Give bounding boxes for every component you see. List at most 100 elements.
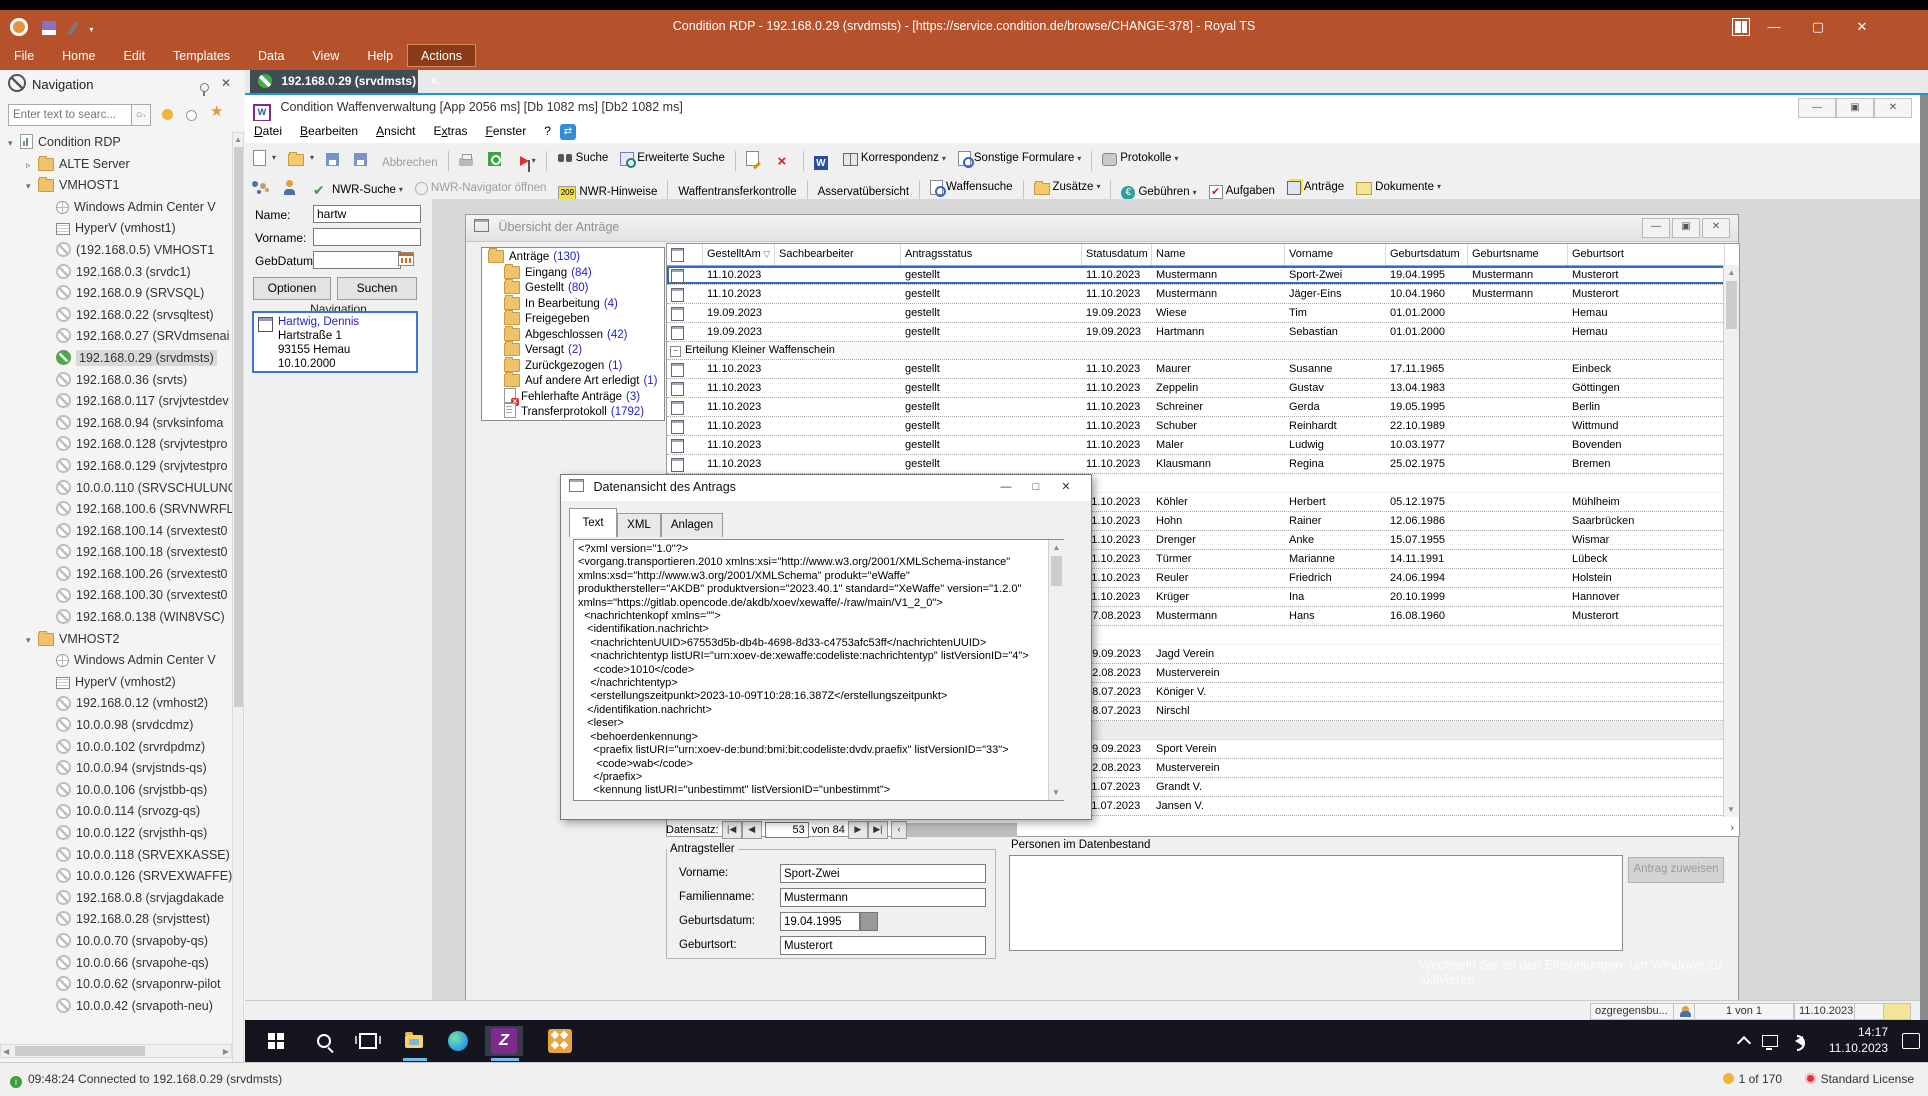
- antraege-tree-item[interactable]: In Bearbeitung(4): [482, 295, 664, 311]
- app-minimize-button[interactable]: —: [1798, 98, 1836, 118]
- column-header-Vorname[interactable]: Vorname: [1285, 244, 1386, 265]
- name-input[interactable]: [313, 205, 421, 223]
- server-tree-item[interactable]: 192.168.0.22 (srvsqltest): [0, 305, 232, 327]
- server-tree-item[interactable]: 10.0.0.114 (srvozg-qs): [0, 801, 232, 823]
- menu-help[interactable]: ?: [535, 121, 560, 141]
- taskbar-search-icon[interactable]: [305, 1026, 343, 1056]
- favorites-star-icon[interactable]: ★: [210, 102, 223, 120]
- server-tree-item[interactable]: 10.0.0.42 (srvapoth-neu): [0, 996, 232, 1018]
- protokolle-button[interactable]: Protokolle▾: [1097, 146, 1183, 171]
- column-header-Geburtsdatum[interactable]: Geburtsdatum: [1386, 244, 1468, 265]
- server-tree-item[interactable]: 192.168.0.36 (srvts): [0, 370, 232, 392]
- menu-extras[interactable]: Extras: [424, 121, 476, 141]
- session-tab-close-icon[interactable]: ✕: [429, 76, 438, 88]
- server-tree-item[interactable]: 192.168.0.128 (srvjvtestpro: [0, 434, 232, 456]
- print-button[interactable]: [454, 147, 481, 172]
- server-tree-item[interactable]: 10.0.0.62 (srvaponrw-pilot: [0, 974, 232, 996]
- network-icon[interactable]: [1757, 1026, 1783, 1056]
- bulb-on-icon[interactable]: [162, 109, 173, 120]
- suche-button[interactable]: Suche: [552, 145, 614, 170]
- tab-text[interactable]: Text: [569, 508, 617, 537]
- close-button[interactable]: ✕: [1840, 12, 1884, 42]
- hscroll-thumb[interactable]: [907, 823, 1017, 837]
- waffensuche-button[interactable]: Waffensuche: [925, 175, 1017, 200]
- ribbon-tab-edit[interactable]: Edit: [110, 44, 160, 67]
- ribbon-tab-home[interactable]: Home: [48, 44, 109, 67]
- antraege-tree-item[interactable]: Eingang(84): [482, 264, 664, 280]
- table-row[interactable]: 11.10.2023gestellt11.10.2023SchreinerGer…: [667, 398, 1725, 417]
- server-tree-item[interactable]: ▹ALTE Server: [0, 154, 232, 176]
- menu-bearbeiten[interactable]: Bearbeiten: [291, 121, 367, 141]
- server-tree-item[interactable]: ▾Condition RDP: [0, 132, 232, 154]
- group-row[interactable]: −Erteilung Kleiner Waffenschein: [667, 342, 1739, 360]
- hscroll-right-icon[interactable]: ›: [1730, 822, 1734, 834]
- search-result-item[interactable]: Hartwig, Dennis Hartstraße 1 93155 Hemau…: [252, 311, 418, 373]
- server-tree-item[interactable]: 10.0.0.110 (SRVSCHULUNG: [0, 478, 232, 500]
- minimize-button[interactable]: —: [1752, 12, 1796, 42]
- server-tree-item[interactable]: 10.0.0.122 (srvjsthh-qs): [0, 823, 232, 845]
- child-close-button[interactable]: ✕: [1702, 218, 1730, 238]
- ribbon-tab-actions[interactable]: Actions: [407, 44, 476, 67]
- antragsteller-familienname-input[interactable]: [780, 888, 986, 907]
- prev-record-button[interactable]: ◀: [742, 821, 762, 839]
- record-number-field[interactable]: 53: [765, 822, 809, 838]
- doc-search-button[interactable]: [483, 146, 509, 171]
- server-tree-item[interactable]: 192.168.0.8 (srvjagdakade: [0, 888, 232, 910]
- antraege-tree-item[interactable]: Freigegeben: [482, 310, 664, 326]
- gebdatum-input[interactable]: [313, 251, 401, 269]
- server-tree-item[interactable]: 192.168.0.29 (srvdmsts): [0, 348, 232, 370]
- child-minimize-button[interactable]: —: [1642, 218, 1670, 238]
- column-header-Statusdatum[interactable]: Statusdatum: [1082, 244, 1152, 265]
- edge-icon[interactable]: [439, 1026, 477, 1056]
- antraege-tree-item[interactable]: Auf andere Art erledigt(1): [482, 372, 664, 388]
- nav-horizontal-scrollbar[interactable]: ◀ ▶: [0, 1044, 232, 1058]
- table-row[interactable]: 19.09.2023gestellt19.09.2023HartmannSeba…: [667, 323, 1725, 342]
- next-record-button[interactable]: ▶: [848, 821, 868, 839]
- table-row[interactable]: 11.10.2023gestellt11.10.2023SchuberReinh…: [667, 417, 1725, 436]
- antraege-tree-item[interactable]: Anträge(130): [482, 248, 664, 264]
- form-edit-button[interactable]: [741, 146, 767, 171]
- tray-chevron-icon[interactable]: [1733, 1026, 1755, 1056]
- antraege-button[interactable]: Anträge: [1282, 174, 1349, 199]
- session-tab[interactable]: 192.168.0.29 (srvdmsts) ✕: [250, 70, 418, 93]
- sonstige-formulare-button[interactable]: Sonstige Formulare▾: [953, 146, 1086, 171]
- column-header-GestelltAm[interactable]: GestelltAm ▽: [703, 244, 775, 265]
- server-tree-item[interactable]: 10.0.0.66 (srvapohe-qs): [0, 953, 232, 975]
- child-restore-button[interactable]: ▣: [1672, 218, 1700, 238]
- volume-icon[interactable]: [1785, 1026, 1813, 1056]
- delete-button[interactable]: ×: [769, 149, 798, 174]
- antragsteller-vorname-input[interactable]: [780, 864, 986, 883]
- antraege-tree-item[interactable]: Gestellt(80): [482, 279, 664, 295]
- suchen-button[interactable]: Suchen: [337, 277, 417, 300]
- expander-icon[interactable]: ▹: [26, 155, 38, 176]
- server-tree-item[interactable]: 192.168.0.12 (vmhost2): [0, 693, 232, 715]
- ribbon-tab-view[interactable]: View: [298, 44, 353, 67]
- file-explorer-icon[interactable]: [395, 1026, 433, 1056]
- calendar-icon[interactable]: [398, 252, 414, 266]
- app-close-button[interactable]: ✕: [1874, 98, 1912, 118]
- server-tree-item[interactable]: Windows Admin Center V: [0, 650, 232, 672]
- server-tree-item[interactable]: 192.168.0.3 (srvdc1): [0, 262, 232, 284]
- server-tree-item[interactable]: ▾VMHOST1: [0, 175, 232, 197]
- new-button[interactable]: ▾: [246, 145, 281, 170]
- antrag-zuweisen-button[interactable]: Antrag zuweisen: [1628, 857, 1724, 883]
- orange-app-icon[interactable]: [541, 1026, 579, 1056]
- column-header-Geburtsname[interactable]: Geburtsname: [1468, 244, 1568, 265]
- expander-icon[interactable]: ▾: [26, 630, 38, 651]
- server-tree-item[interactable]: HyperV (vmhost2): [0, 672, 232, 694]
- server-tree-item[interactable]: 10.0.0.118 (SRVEXKASSE): [0, 845, 232, 867]
- app-restore-button[interactable]: ▣: [1836, 98, 1874, 118]
- search-icon[interactable]: ○˴: [131, 104, 151, 126]
- menu-datei[interactable]: Datei: [245, 121, 291, 141]
- column-header-Geburtsort[interactable]: Geburtsort: [1568, 244, 1725, 265]
- server-tree-item[interactable]: ▾VMHOST2: [0, 629, 232, 651]
- server-tree-item[interactable]: 192.168.0.138 (WIN8VSC): [0, 607, 232, 629]
- close-panel-icon[interactable]: ✕: [221, 76, 231, 90]
- dashboard-icon[interactable]: [1732, 18, 1750, 36]
- server-tree-item[interactable]: 192.168.0.94 (srvksinfoma: [0, 413, 232, 435]
- dialog-close-button[interactable]: ✕: [1051, 478, 1081, 498]
- dialog-scrollbar[interactable]: ▲ ▼: [1048, 540, 1064, 800]
- menu-ansicht[interactable]: Ansicht: [367, 121, 424, 141]
- nav-vertical-scrollbar[interactable]: ▲ ▼: [232, 132, 244, 1096]
- antraege-tree-item[interactable]: Abgeschlossen(42): [482, 326, 664, 342]
